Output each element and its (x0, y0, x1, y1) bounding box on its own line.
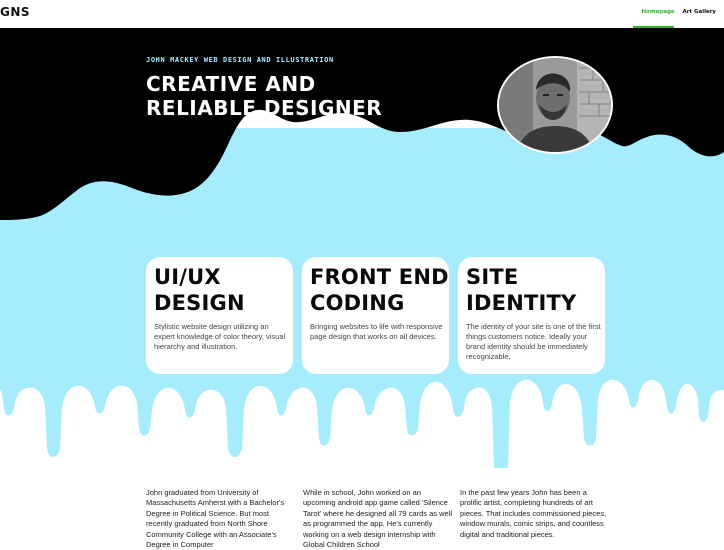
card-title-line-2: Design (154, 291, 245, 315)
bio-column-education: John graduated from University of Massac… (146, 488, 285, 550)
nav-homepage[interactable]: Homepage (633, 0, 675, 28)
hero-title: Creative and Reliable Designer (146, 72, 382, 120)
card-title-line-2: Coding (310, 291, 405, 315)
card-title: UI/UX Design (154, 264, 245, 316)
profile-portrait (497, 56, 613, 154)
card-description: Stylistic website design utilizing an ex… (154, 322, 286, 351)
hero-title-line-2: Reliable Designer (146, 96, 383, 120)
nav-art-gallery[interactable]: Art Gallery (674, 0, 724, 28)
card-title: Site Identity (466, 264, 576, 316)
service-card-site-identity[interactable]: Site Identity The identity of your site … (458, 257, 605, 374)
card-description: Bringing websites to life with responsiv… (310, 322, 443, 341)
bio-column-experience: While in school, John worked on an upcom… (303, 488, 453, 550)
site-header: GNS Homepage Art Gallery (0, 0, 724, 28)
card-title-line-2: Identity (466, 291, 577, 315)
site-logo[interactable]: GNS (0, 5, 30, 19)
card-title-line-1: UI/UX (154, 265, 221, 289)
hero-eyebrow: John Mackey Web Design and Illustration (146, 56, 334, 64)
service-card-uiux[interactable]: UI/UX Design Stylistic website design ut… (146, 257, 293, 374)
card-description: The identity of your site is one of the … (466, 322, 601, 361)
card-title: Front End Coding (310, 264, 449, 316)
bio-column-art: In the past few years John has been a pr… (460, 488, 607, 539)
hero-title-line-1: Creative and (146, 72, 316, 96)
main-nav: Homepage Art Gallery (633, 0, 724, 28)
service-card-front-end[interactable]: Front End Coding Bringing websites to li… (302, 257, 449, 374)
card-title-line-1: Front End (310, 265, 449, 289)
card-title-line-1: Site (466, 265, 519, 289)
portrait-photo-illustration (499, 58, 611, 152)
